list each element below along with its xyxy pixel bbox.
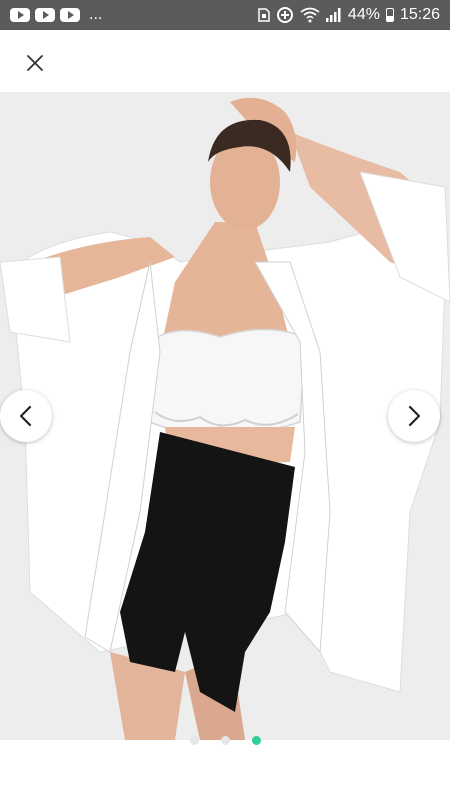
youtube-icon (60, 8, 80, 22)
model-photo (0, 92, 450, 740)
pagination-dot-1[interactable] (189, 735, 199, 745)
battery-icon (385, 8, 394, 22)
youtube-icon (10, 8, 30, 22)
sim-icon (258, 8, 270, 22)
data-saver-icon (276, 6, 294, 24)
clock: 15:26 (399, 6, 440, 23)
chevron-right-icon (408, 405, 421, 427)
wifi-icon (300, 7, 320, 23)
status-bar: ... 44% 15:26 (0, 0, 450, 30)
previous-image-button[interactable] (0, 390, 52, 442)
product-image[interactable] (0, 92, 450, 740)
youtube-icon (35, 8, 55, 22)
close-button[interactable] (20, 48, 50, 78)
status-left: ... (10, 6, 102, 24)
battery-percent: 44% (347, 6, 380, 23)
status-overflow: ... (89, 6, 103, 23)
pagination-dot-2[interactable] (220, 735, 230, 745)
chevron-left-icon (19, 405, 32, 427)
next-image-button[interactable] (388, 390, 440, 442)
pagination-dot-3-active[interactable] (251, 735, 261, 745)
status-right: 44% 15:26 (258, 6, 440, 24)
signal-icon (325, 8, 342, 22)
close-icon (27, 55, 43, 71)
app-bar (0, 30, 450, 92)
gallery-pagination (0, 732, 450, 748)
